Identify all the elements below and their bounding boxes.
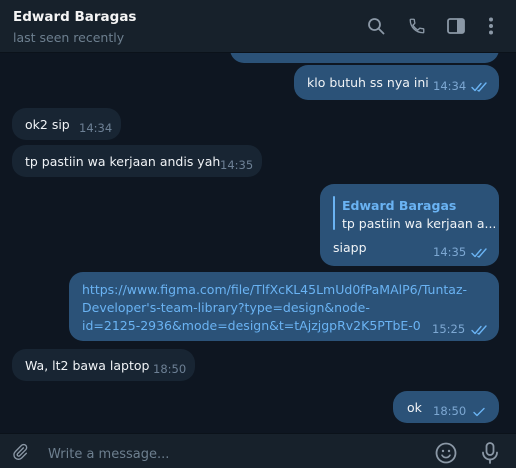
message-composer: [0, 433, 516, 468]
message-bubble-partial: [230, 53, 499, 63]
contact-status: last seen recently: [13, 30, 125, 45]
message-bubble-link[interactable]: https://www.figma.com/file/TlfXcKL45LmUd…: [69, 272, 499, 341]
message-time: 18:50: [153, 362, 187, 376]
message-time: 14:34: [433, 79, 467, 93]
single-check-icon: [473, 407, 485, 417]
message-time: 14:34: [79, 121, 113, 135]
message-text: klo butuh ss nya ini: [307, 75, 429, 90]
message-input[interactable]: [46, 443, 420, 465]
chat-header: Edward Baragas last seen recently: [0, 0, 516, 53]
message-bubble[interactable]: Wa, lt2 bawa laptop 18:50: [12, 349, 195, 381]
message-bubble[interactable]: ok 18:50: [393, 391, 499, 423]
message-bubble-reply[interactable]: Edward Baragas tp pastiin wa kerjaan a..…: [320, 184, 499, 266]
message-text: tp pastiin wa kerjaan andis yah: [25, 154, 221, 169]
message-bubble[interactable]: klo butuh ss nya ini 14:34: [294, 65, 499, 100]
sidebar-toggle-icon[interactable]: [443, 13, 469, 39]
contact-name[interactable]: Edward Baragas: [13, 9, 136, 25]
message-time: 14:35: [433, 245, 467, 259]
phone-icon[interactable]: [404, 13, 430, 39]
message-time: 15:25: [432, 322, 466, 336]
message-text: ok2 sip: [25, 117, 70, 132]
message-time: 14:35: [220, 158, 254, 172]
microphone-icon[interactable]: [478, 440, 502, 466]
message-text: ok: [407, 400, 422, 415]
double-check-icon: [471, 82, 487, 92]
reply-author[interactable]: Edward Baragas: [342, 198, 456, 213]
search-icon[interactable]: [363, 13, 389, 39]
more-vert-icon[interactable]: [478, 13, 504, 39]
message-bubble[interactable]: ok2 sip 14:34: [12, 108, 121, 140]
message-link[interactable]: id=2125-2936&mode=design&t=tAjzjgpRv2K5P…: [82, 318, 421, 333]
message-link[interactable]: Developer's-team-library?type=design&nod…: [82, 300, 370, 315]
message-text: siapp: [333, 240, 367, 255]
message-link[interactable]: https://www.figma.com/file/TlfXcKL45LmUd…: [82, 282, 467, 297]
reply-quote-bar: [333, 196, 335, 230]
reply-text[interactable]: tp pastiin wa kerjaan a...: [342, 216, 496, 231]
message-time: 18:50: [433, 404, 467, 418]
message-text: Wa, lt2 bawa laptop: [25, 358, 150, 373]
message-bubble[interactable]: tp pastiin wa kerjaan andis yah 14:35: [12, 145, 262, 177]
attach-icon[interactable]: [9, 441, 31, 463]
emoji-icon[interactable]: [434, 441, 458, 465]
message-list[interactable]: klo butuh ss nya ini 14:34 ok2 sip 14:34…: [0, 53, 516, 433]
double-check-icon: [471, 248, 487, 258]
double-check-icon: [471, 325, 487, 335]
